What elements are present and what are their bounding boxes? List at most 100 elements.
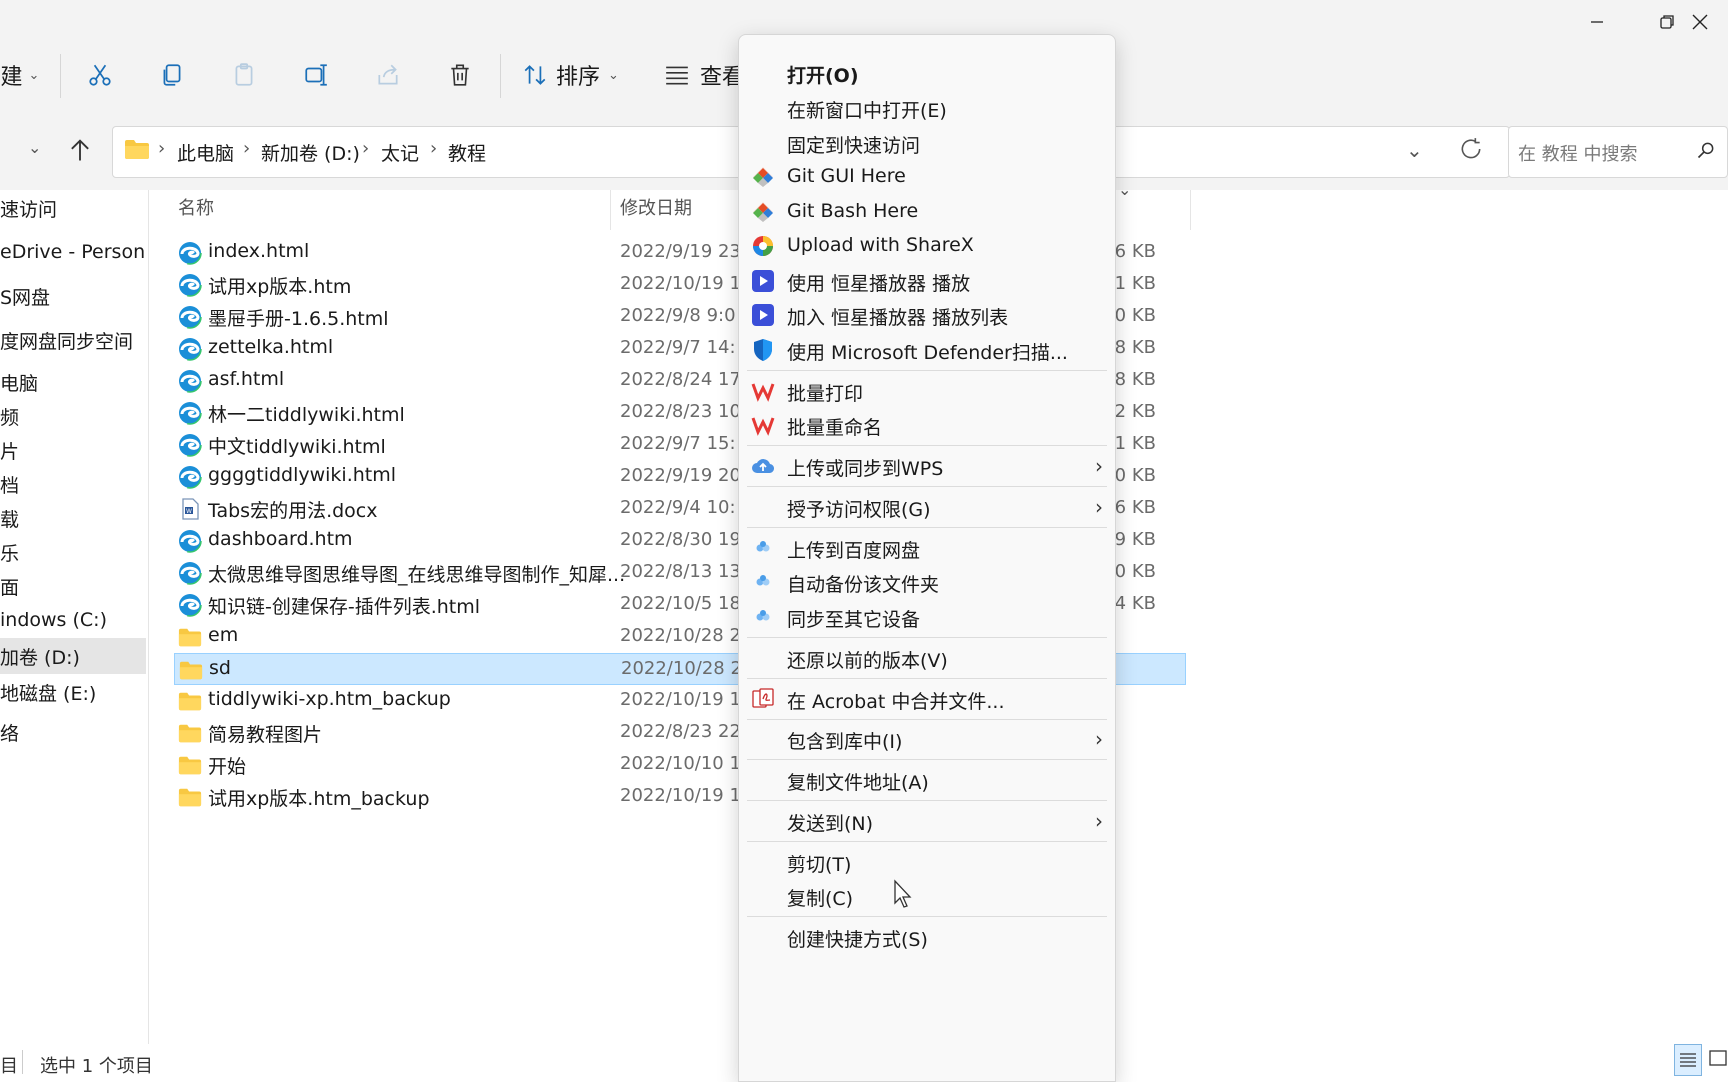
tiles-view-button[interactable] xyxy=(1708,1048,1728,1072)
nav-item[interactable]: 片 xyxy=(0,432,146,468)
nav-item[interactable]: 面 xyxy=(0,568,146,604)
delete-button[interactable] xyxy=(440,52,480,98)
context-menu-item[interactable]: 剪切(T) xyxy=(739,844,1115,880)
refresh-button[interactable] xyxy=(1458,136,1484,166)
folder-icon xyxy=(178,724,202,743)
context-menu-item[interactable]: Git GUI Here xyxy=(739,159,1115,195)
context-menu-item[interactable]: 复制文件地址(A) xyxy=(739,762,1115,798)
nav-item-label: 片 xyxy=(0,440,20,463)
context-menu-item[interactable]: 授予访问权限(G) › xyxy=(739,489,1115,525)
nav-item[interactable]: 度网盘同步空间 xyxy=(0,322,146,358)
refresh-icon xyxy=(1461,138,1481,159)
context-menu-item[interactable]: 在新窗口中打开(E) xyxy=(739,90,1115,126)
sort-indicator-icon: ⌄ xyxy=(1118,180,1132,199)
breadcrumb-drive-d[interactable]: 新加卷 (D:) xyxy=(261,139,360,166)
context-menu-item[interactable]: 创建快捷方式(S) xyxy=(739,919,1115,955)
context-menu-separator xyxy=(747,486,1107,487)
column-separator xyxy=(1190,190,1191,230)
context-menu-item[interactable]: 使用 恒星播放器 播放 xyxy=(739,263,1115,299)
nav-item-label: 面 xyxy=(0,576,20,599)
address-history-chevron-icon[interactable]: ⌄ xyxy=(1406,138,1423,162)
details-view-icon xyxy=(1680,1053,1696,1067)
sort-button[interactable]: 排序 ⌄ xyxy=(522,52,632,98)
context-menu-item[interactable]: 上传或同步到WPS › xyxy=(739,448,1115,484)
context-menu-item[interactable]: 使用 Microsoft Defender扫描... xyxy=(739,332,1115,368)
context-menu-item[interactable]: 批量重命名 xyxy=(739,407,1115,443)
minimize-button[interactable] xyxy=(1562,0,1632,44)
recent-locations-chevron-icon[interactable]: ⌄ xyxy=(28,138,41,157)
share-button[interactable] xyxy=(368,52,408,98)
column-header-name[interactable]: 名称 xyxy=(178,194,214,220)
context-menu-item[interactable]: 在 Acrobat 中合并文件... xyxy=(739,681,1115,717)
arrow-up-icon xyxy=(71,139,89,161)
rename-button[interactable] xyxy=(296,52,336,98)
sort-icon xyxy=(524,65,546,85)
baidu-netdisk-icon xyxy=(756,575,770,586)
edge-html-icon xyxy=(178,465,202,489)
nav-item-label: 档 xyxy=(0,474,20,497)
nav-item[interactable]: 电脑 xyxy=(0,364,146,400)
context-menu-item-label: 上传或同步到WPS xyxy=(787,458,944,480)
context-menu-separator xyxy=(747,527,1107,528)
nav-item[interactable]: 频 xyxy=(0,398,146,434)
context-menu-item[interactable]: 还原以前的版本(V) xyxy=(739,640,1115,676)
nav-item[interactable]: 载 xyxy=(0,500,146,536)
search-input[interactable]: 在 教程 中搜索 xyxy=(1518,140,1637,166)
nav-item[interactable]: 乐 xyxy=(0,534,146,570)
nav-item[interactable]: 档 xyxy=(0,466,146,502)
chevron-right-icon: › xyxy=(1095,454,1103,478)
nav-item[interactable]: eDrive - Personal xyxy=(0,234,146,270)
context-menu-item[interactable]: 固定到快速访问 xyxy=(739,125,1115,161)
context-menu-item[interactable]: 上传到百度网盘 xyxy=(739,530,1115,566)
breadcrumb-tutorial[interactable]: 教程 xyxy=(448,139,486,166)
close-button[interactable] xyxy=(1672,0,1728,44)
nav-item[interactable]: S网盘 xyxy=(0,278,146,314)
view-button[interactable]: 查看 xyxy=(664,52,744,98)
svg-text:W: W xyxy=(186,508,192,515)
context-menu-item-label: Git GUI Here xyxy=(787,165,906,187)
context-menu-item-label: 批量打印 xyxy=(787,383,864,405)
new-button[interactable]: 建 ⌄ xyxy=(0,52,40,98)
column-header-date[interactable]: 修改日期 xyxy=(620,194,692,220)
wps-icon xyxy=(751,383,775,402)
context-menu-item-label: 上传到百度网盘 xyxy=(787,540,921,562)
details-view-button[interactable] xyxy=(1674,1044,1702,1076)
toolbar-separator xyxy=(60,54,61,98)
share-icon xyxy=(378,64,398,85)
acrobat-icon xyxy=(752,688,774,708)
nav-item-label: 络 xyxy=(0,722,20,745)
chevron-right-icon: › xyxy=(1095,495,1103,519)
breadcrumb-separator-icon: › xyxy=(362,138,370,159)
context-menu-item-label: 自动备份该文件夹 xyxy=(787,574,940,596)
breadcrumb-taiji[interactable]: 太记 xyxy=(381,139,419,166)
context-menu-item[interactable]: 打开(O) xyxy=(739,55,1115,91)
context-menu-item[interactable]: 包含到库中(I) › xyxy=(739,721,1115,757)
up-button[interactable] xyxy=(66,136,94,168)
paste-button[interactable] xyxy=(224,52,264,98)
git-icon xyxy=(753,167,773,187)
context-menu-item[interactable]: Upload with ShareX xyxy=(739,228,1115,264)
context-menu-item[interactable]: 批量打印 xyxy=(739,373,1115,409)
context-menu-item[interactable]: 同步至其它设备 xyxy=(739,599,1115,635)
nav-item[interactable]: 络 xyxy=(0,714,146,750)
edge-html-icon xyxy=(178,337,202,361)
context-menu-item[interactable]: 复制(C) xyxy=(739,878,1115,914)
rename-icon xyxy=(305,64,327,86)
context-menu-item[interactable]: 发送到(N) › xyxy=(739,803,1115,839)
copy-button[interactable] xyxy=(152,52,192,98)
cut-button[interactable] xyxy=(80,52,120,98)
nav-item[interactable]: indows (C:) xyxy=(0,602,146,638)
context-menu-item[interactable]: 加入 恒星播放器 播放列表 xyxy=(739,297,1115,333)
nav-item[interactable]: 地磁盘 (E:) xyxy=(0,674,146,710)
nav-item[interactable]: 速访问 xyxy=(0,190,146,226)
nav-item[interactable]: 加卷 (D:) xyxy=(0,638,146,674)
breadcrumb-this-pc[interactable]: 此电脑 xyxy=(177,139,234,166)
context-menu-item[interactable]: Git Bash Here xyxy=(739,194,1115,230)
nav-item-label: 频 xyxy=(0,406,20,429)
folder-icon xyxy=(178,756,202,775)
context-menu-separator xyxy=(747,841,1107,842)
nav-item-label: 加卷 (D:) xyxy=(0,646,80,669)
context-menu-item[interactable]: 自动备份该文件夹 xyxy=(739,564,1115,600)
nav-item-label: 度网盘同步空间 xyxy=(0,330,134,353)
item-count: 目 xyxy=(0,1056,18,1077)
